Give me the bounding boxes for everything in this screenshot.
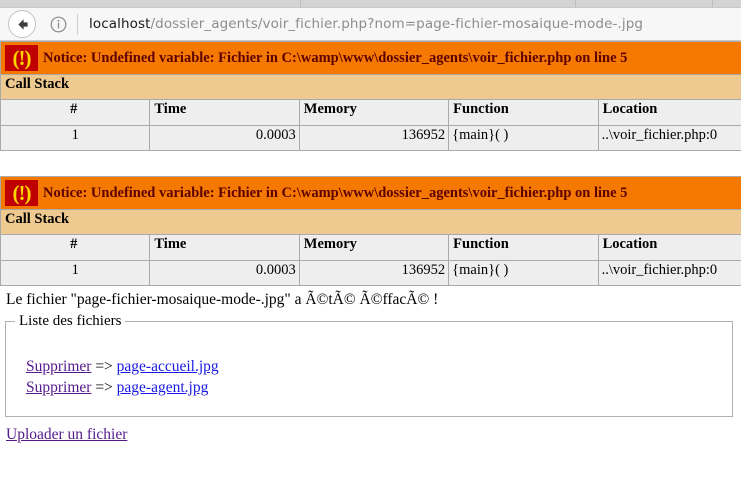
notice-title-row: (!) Notice: Undefined variable: Fichier … (0, 176, 741, 210)
cell-num: 1 (0, 125, 151, 151)
page-content: (!) Notice: Undefined variable: Fichier … (0, 41, 741, 504)
cell-function: {main}( ) (448, 260, 599, 286)
upload-file-link[interactable]: Uploader un fichier (6, 426, 127, 443)
column-header-num: # (0, 99, 151, 126)
tab-divider (300, 0, 301, 7)
file-list-panel: Liste des fichiers Supprimer => page-acc… (5, 313, 733, 417)
cell-num: 1 (0, 260, 151, 286)
notice-header: (!) Notice: Undefined variable: Fichier … (0, 176, 741, 210)
column-header-memory: Memory (298, 99, 450, 126)
column-header-location: Location (597, 99, 741, 126)
list-item: Supprimer => page-agent.jpg (6, 377, 732, 398)
column-header-num: # (0, 234, 151, 261)
xdebug-notice-block: (!) Notice: Undefined variable: Fichier … (0, 41, 741, 151)
browser-toolbar: localhost/dossier_agents/voir_fichier.ph… (0, 8, 741, 41)
info-circle-icon[interactable] (47, 13, 69, 35)
call-stack-data-row: 1 0.0003 136952 {main}( ) ..\voir_fichie… (0, 260, 741, 286)
notice-message-text: Notice: Undefined variable: Fichier in C… (43, 184, 628, 201)
file-name-link[interactable]: page-agent.jpg (117, 379, 209, 396)
back-arrow-icon (17, 18, 28, 30)
delete-file-link[interactable]: Supprimer (26, 358, 91, 375)
column-header-function: Function (448, 99, 599, 126)
url-path-text: /dossier_agents/voir_fichier.php?nom=pag… (150, 16, 644, 32)
info-circle-glyph (50, 16, 66, 32)
column-header-location: Location (597, 234, 741, 261)
deletion-result-message: Le fichier "page-fichier-mosaique-mode-.… (6, 291, 439, 308)
list-item: Supprimer => page-accueil.jpg (6, 356, 732, 377)
call-stack-header-row: # Time Memory Function Location (0, 234, 741, 261)
file-list-legend: Liste des fichiers (19, 313, 122, 329)
error-exclamation-icon: (!) (5, 180, 38, 206)
xdebug-notice-block: (!) Notice: Undefined variable: Fichier … (0, 176, 741, 286)
notice-message-text: Notice: Undefined variable: Fichier in C… (43, 49, 628, 66)
column-header-time: Time (149, 234, 300, 261)
cell-function: {main}( ) (448, 125, 599, 151)
back-button[interactable] (8, 10, 36, 38)
tab-strip (0, 0, 741, 8)
notice-title-row: (!) Notice: Undefined variable: Fichier … (0, 41, 741, 75)
call-stack-row: Call Stack (0, 74, 741, 100)
url-input[interactable]: localhost/dossier_agents/voir_fichier.ph… (78, 9, 741, 40)
cell-location: ..\voir_fichier.php:0 (597, 125, 741, 151)
cell-memory: 136952 (298, 260, 450, 286)
cell-memory: 136952 (298, 125, 450, 151)
cell-time: 0.0003 (149, 260, 300, 286)
file-name-link[interactable]: page-accueil.jpg (117, 358, 219, 375)
arrow-separator: => (95, 379, 113, 396)
column-header-function: Function (448, 234, 599, 261)
cell-location: ..\voir_fichier.php:0 (597, 260, 741, 286)
notice-header: (!) Notice: Undefined variable: Fichier … (0, 41, 741, 75)
error-exclamation-icon: (!) (5, 45, 38, 71)
call-stack-label: Call Stack (0, 209, 741, 235)
column-header-time: Time (149, 99, 300, 126)
browser-chrome: localhost/dossier_agents/voir_fichier.ph… (0, 0, 741, 41)
call-stack-row: Call Stack (0, 209, 741, 235)
cell-time: 0.0003 (149, 125, 300, 151)
url-host-text: localhost (89, 16, 151, 32)
tab-divider (712, 0, 713, 7)
call-stack-label: Call Stack (0, 74, 741, 100)
arrow-separator: => (95, 358, 113, 375)
upload-link-container: Uploader un fichier (0, 417, 741, 444)
column-header-memory: Memory (298, 234, 450, 261)
call-stack-header-row: # Time Memory Function Location (0, 99, 741, 126)
call-stack-data-row: 1 0.0003 136952 {main}( ) ..\voir_fichie… (0, 125, 741, 151)
tab-divider (575, 0, 576, 7)
delete-file-link[interactable]: Supprimer (26, 379, 91, 396)
